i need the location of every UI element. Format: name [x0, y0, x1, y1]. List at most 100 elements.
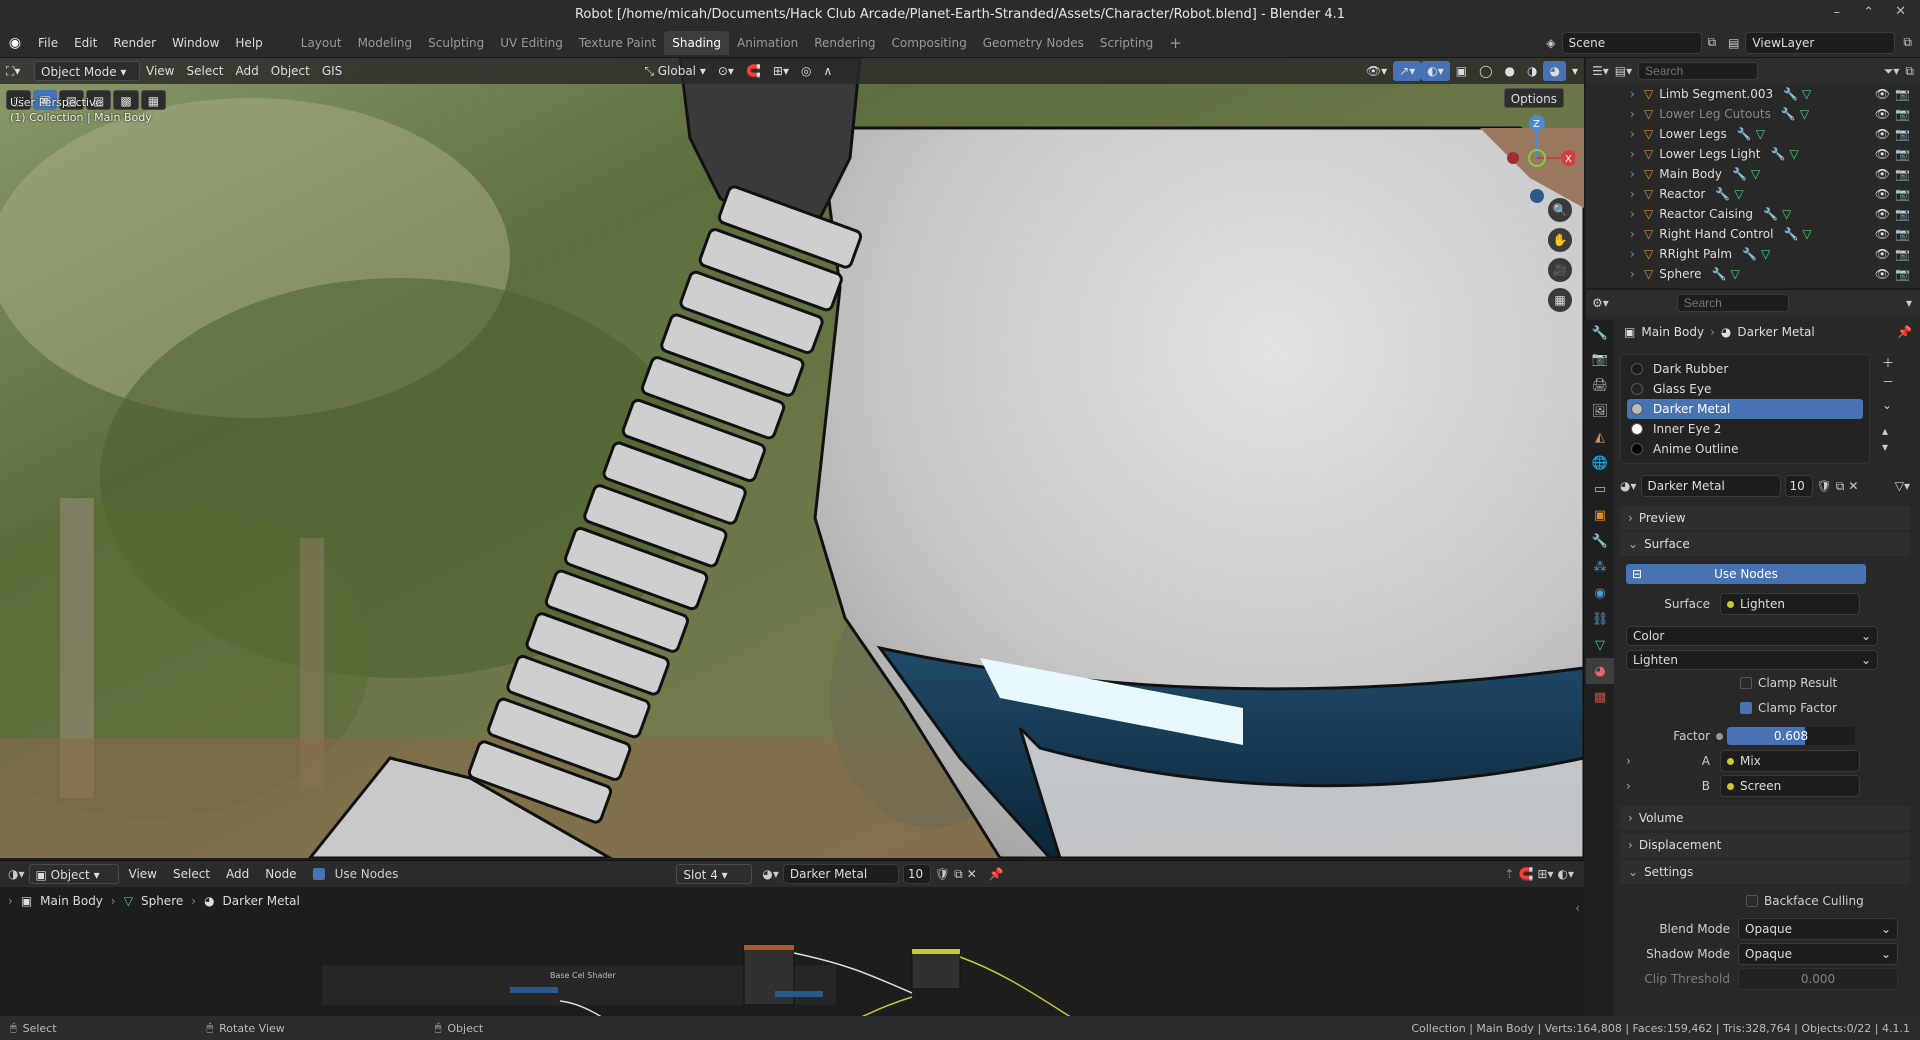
mesh-data-icon[interactable]: ▽: [1802, 87, 1811, 101]
scene-selector[interactable]: Scene: [1561, 31, 1702, 54]
eye-icon[interactable]: 👁: [1875, 267, 1890, 281]
3d-viewport[interactable]: ⛶▾ Object Mode ▾ View Select Add Object …: [0, 58, 1584, 858]
mesh-data-icon[interactable]: ▽: [1730, 267, 1739, 281]
modifier-icon[interactable]: 🔧: [1770, 147, 1785, 161]
eye-icon[interactable]: 👁: [1875, 107, 1890, 121]
node-duplicate-icon[interactable]: ⧉: [954, 867, 963, 882]
physics-tab-icon[interactable]: ◉: [1586, 580, 1614, 606]
viewport-menu-select[interactable]: Select: [180, 61, 229, 81]
modifier-icon[interactable]: 🔧: [1737, 127, 1752, 141]
blend-mode-dropdown[interactable]: Opaque ⌄: [1738, 918, 1898, 940]
eye-icon[interactable]: 👁: [1875, 147, 1890, 161]
render-tab-icon[interactable]: 📷: [1586, 346, 1614, 372]
eye-icon[interactable]: 👁: [1875, 87, 1890, 101]
material-browse-icon[interactable]: ◕▾: [1620, 479, 1637, 493]
clamp-result-checkbox[interactable]: Clamp Result: [1740, 676, 1837, 690]
tab-sculpting[interactable]: Sculpting: [420, 31, 492, 55]
camera-icon[interactable]: 📷: [1895, 247, 1910, 261]
modifier-icon[interactable]: 🔧: [1783, 227, 1798, 241]
viewport-menu-add[interactable]: Add: [230, 61, 265, 81]
unlink-material-icon[interactable]: ✕: [1848, 479, 1858, 493]
node-unlink-icon[interactable]: ✕: [967, 867, 977, 881]
material-user-count[interactable]: 10: [1784, 475, 1813, 497]
material-slot[interactable]: Inner Eye 2: [1627, 419, 1863, 439]
node-menu-view[interactable]: View: [123, 864, 163, 884]
camera-icon[interactable]: 📷: [1895, 147, 1910, 161]
add-workspace-icon[interactable]: +: [1161, 31, 1190, 55]
settings-panel-header[interactable]: ⌄ Settings: [1620, 860, 1910, 884]
chevron-right-icon[interactable]: ›: [1630, 87, 1635, 101]
camera-icon[interactable]: 📷: [1895, 267, 1910, 281]
solid-shading-icon[interactable]: ●: [1499, 61, 1521, 81]
menu-render[interactable]: Render: [105, 32, 164, 54]
editor-type-icon[interactable]: ⛶▾: [0, 61, 34, 81]
outliner-item[interactable]: › ▽ Limb Segment.003 🔧 ▽ 👁 📷: [1586, 84, 1920, 104]
tab-shading[interactable]: Shading: [664, 30, 729, 55]
add-slot-icon[interactable]: ＋: [1882, 354, 1894, 371]
tab-modeling[interactable]: Modeling: [350, 31, 421, 55]
transform-orientation-dropdown[interactable]: ⤡ Global ▾: [638, 61, 712, 81]
new-collection-icon[interactable]: ⧉: [1905, 64, 1914, 79]
clip-threshold-field[interactable]: 0.000: [1738, 968, 1898, 990]
menu-file[interactable]: File: [30, 32, 66, 54]
options-button[interactable]: Options: [1503, 88, 1564, 108]
texture-tab-icon[interactable]: ▩: [1586, 684, 1614, 710]
node-pin-icon[interactable]: 📌: [989, 867, 1004, 881]
chevron-right-icon[interactable]: ›: [1630, 167, 1635, 181]
outliner-search-input[interactable]: [1638, 62, 1759, 80]
tab-animation[interactable]: Animation: [729, 31, 806, 55]
displacement-panel-header[interactable]: › Displacement: [1620, 833, 1910, 857]
viewlayer-selector[interactable]: ViewLayer: [1745, 31, 1896, 54]
preview-panel-header[interactable]: › Preview: [1620, 506, 1910, 530]
shading-options-icon[interactable]: ▾: [1566, 61, 1584, 81]
outliner-item[interactable]: › ▽ Sphere 🔧 ▽ 👁 📷: [1586, 264, 1920, 284]
visibility-icon[interactable]: 👁▾: [1360, 61, 1393, 81]
maximize-icon[interactable]: ⌃: [1863, 5, 1874, 20]
node-menu-node[interactable]: Node: [259, 864, 302, 884]
surface-shader-field[interactable]: Lighten: [1720, 593, 1860, 615]
modifier-icon[interactable]: 🔧: [1715, 187, 1730, 201]
move-slot-up-icon[interactable]: ▴: [1882, 424, 1894, 438]
eye-icon[interactable]: 👁: [1875, 127, 1890, 141]
pin-icon[interactable]: 📌: [1897, 325, 1912, 339]
camera-icon[interactable]: 📷: [1895, 127, 1910, 141]
scene-tab-icon[interactable]: ◭: [1586, 424, 1614, 450]
clamp-factor-checkbox[interactable]: Clamp Factor: [1740, 701, 1837, 715]
wireframe-shading-icon[interactable]: ◯: [1473, 61, 1498, 81]
outliner-item[interactable]: › ▽ Lower Leg Cutouts 🔧 ▽ 👁 📷: [1586, 104, 1920, 124]
xray-icon[interactable]: ▣: [1450, 61, 1473, 81]
material-shading-icon[interactable]: ◑: [1521, 61, 1543, 81]
tab-layout[interactable]: Layout: [293, 31, 350, 55]
node-box[interactable]: [911, 948, 961, 990]
modifier-icon[interactable]: 🔧: [1712, 267, 1727, 281]
node-material-field[interactable]: Darker Metal: [782, 864, 899, 884]
tab-rendering[interactable]: Rendering: [806, 31, 883, 55]
snap-icon[interactable]: 🧲: [740, 61, 767, 81]
material-slot[interactable]: Anime Outline: [1627, 439, 1863, 459]
material-tab-icon[interactable]: ◕: [1586, 658, 1614, 684]
zoom-icon[interactable]: 🔍: [1548, 198, 1572, 222]
collection-tab-icon[interactable]: ▭: [1586, 476, 1614, 502]
chevron-right-icon[interactable]: ›: [1630, 267, 1635, 281]
grid-view-icon[interactable]: ▦: [1548, 288, 1572, 312]
object-tab-icon[interactable]: ▣: [1586, 502, 1614, 528]
chevron-right-icon[interactable]: ›: [1630, 187, 1635, 201]
node-fake-user-icon[interactable]: 🛡: [935, 867, 950, 881]
modifier-icon[interactable]: 🔧: [1732, 167, 1747, 181]
falloff-icon[interactable]: ∧: [817, 61, 838, 81]
volume-panel-header[interactable]: › Volume: [1620, 806, 1910, 830]
shader-type-dropdown[interactable]: ▣ Object ▾: [28, 864, 119, 884]
chevron-right-icon[interactable]: ›: [1630, 227, 1635, 241]
modifier-tab-icon[interactable]: 🔧: [1586, 528, 1614, 554]
outliner-item[interactable]: › ▽ Main Body 🔧 ▽ 👁 📷: [1586, 164, 1920, 184]
input-a-field[interactable]: Mix: [1720, 750, 1860, 772]
outliner-item[interactable]: › ▽ Lower Legs 🔧 ▽ 👁 📷: [1586, 124, 1920, 144]
slot-specials-icon[interactable]: ⌄: [1882, 398, 1894, 412]
viewport-menu-object[interactable]: Object: [265, 61, 316, 81]
eye-icon[interactable]: 👁: [1875, 207, 1890, 221]
material-slot[interactable]: Dark Rubber: [1627, 359, 1863, 379]
material-slot[interactable]: Glass Eye: [1627, 379, 1863, 399]
node-menu-add[interactable]: Add: [220, 864, 255, 884]
camera-icon[interactable]: 📷: [1895, 167, 1910, 181]
menu-edit[interactable]: Edit: [66, 32, 105, 54]
